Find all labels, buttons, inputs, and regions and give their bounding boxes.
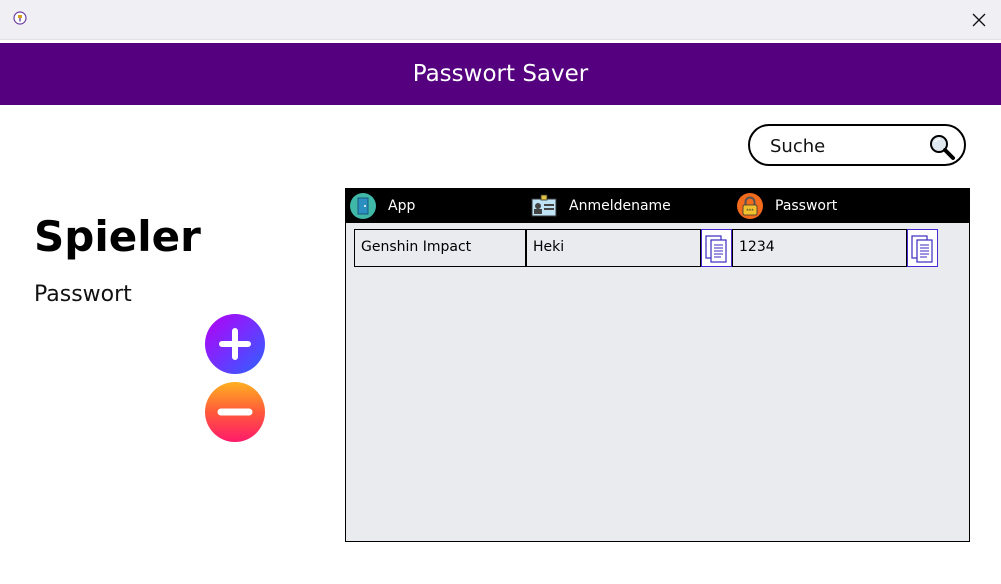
table-cell-password[interactable]: 1234 xyxy=(732,229,907,267)
app-title: Passwort Saver xyxy=(412,61,589,87)
column-label: Anmeldename xyxy=(569,198,671,214)
app-icon xyxy=(13,11,27,25)
copy-username-button[interactable] xyxy=(701,229,732,267)
app-header: Passwort Saver xyxy=(0,43,1001,105)
lock-icon: *** xyxy=(737,193,763,219)
title-bar xyxy=(0,0,1001,40)
copy-icon xyxy=(705,235,727,263)
add-entry-button[interactable] xyxy=(205,314,265,374)
profile-name: Spieler xyxy=(34,212,201,261)
column-header-username[interactable]: Anmeldename xyxy=(531,189,671,223)
search-icon[interactable] xyxy=(928,133,956,161)
column-label: Passwort xyxy=(775,198,838,214)
minus-icon xyxy=(217,408,253,416)
plus-icon xyxy=(219,328,251,360)
column-header-password[interactable]: *** Passwort xyxy=(737,189,837,223)
search-box[interactable] xyxy=(748,124,966,166)
copy-icon xyxy=(911,235,933,263)
id-card-icon xyxy=(531,194,557,217)
table-cell-app[interactable]: Genshin Impact xyxy=(354,229,526,267)
remove-entry-button[interactable] xyxy=(205,382,265,442)
close-button[interactable] xyxy=(957,0,1001,39)
column-label: App xyxy=(388,198,416,214)
search-input[interactable] xyxy=(768,134,922,158)
table-header: App Anmeldename *** Passwort xyxy=(346,189,969,223)
table-cell-username[interactable]: Heki xyxy=(526,229,701,267)
svg-text:***: *** xyxy=(746,209,754,215)
column-header-app[interactable]: App xyxy=(350,189,415,223)
close-icon xyxy=(972,13,986,26)
copy-password-button[interactable] xyxy=(907,229,938,267)
password-table: App Anmeldename *** Passwort Genshin Imp xyxy=(345,188,970,542)
password-label: Passwort xyxy=(34,282,132,307)
app-door-icon xyxy=(350,193,376,219)
